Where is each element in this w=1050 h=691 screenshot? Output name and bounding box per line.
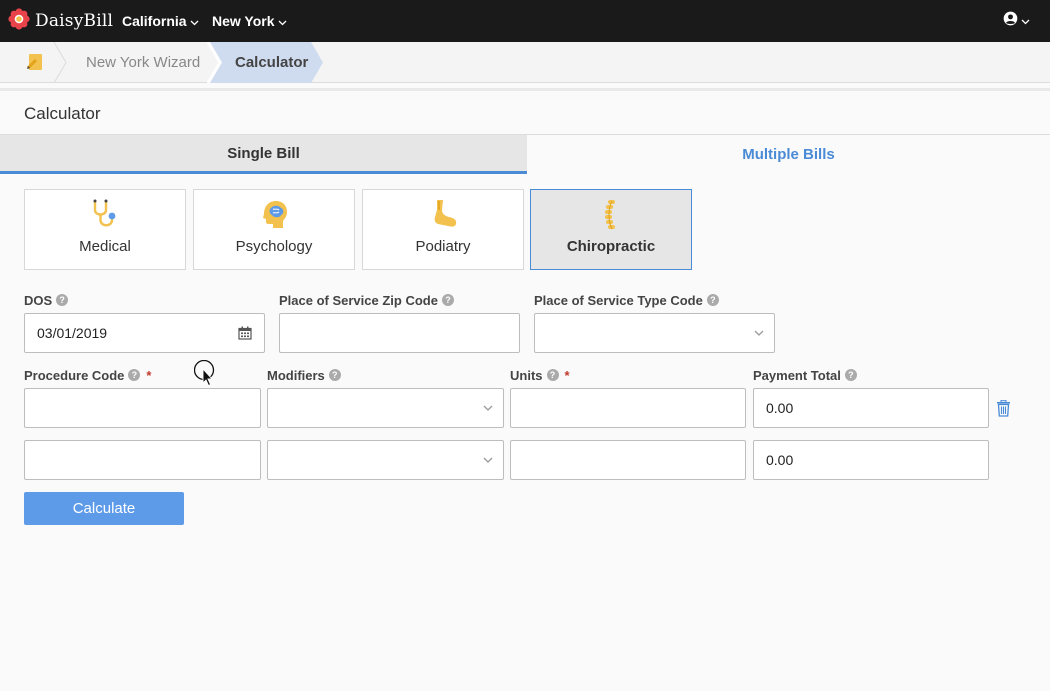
type-code-label: Place of Service Type Code ? [534,292,719,308]
procedure-label-text: Procedure Code [24,367,125,383]
dos-label: DOS ? [24,292,69,308]
notepad-icon [26,53,44,76]
calendar-icon[interactable] [238,326,252,343]
top-navbar: DaisyBill California New York [0,0,1050,42]
payment-total-field: 0.00 [753,440,989,480]
payment-label-text: Payment Total [753,367,841,383]
user-menu[interactable] [1003,11,1030,31]
tab-single-bill[interactable]: Single Bill [0,135,527,174]
chevron-down-icon [190,13,199,29]
procedure-code-label: Procedure Code ? * [24,367,151,383]
help-icon[interactable]: ? [328,369,341,381]
zip-label-text: Place of Service Zip Code [279,292,438,308]
help-icon[interactable]: ? [844,369,857,381]
modifiers-label-text: Modifiers [267,367,325,383]
chevron-down-icon [278,13,287,29]
help-icon[interactable]: ? [546,369,559,381]
chevron-down-icon [1021,12,1030,30]
bill-tabs: Single Bill Multiple Bills [0,134,1050,174]
zip-label: Place of Service Zip Code ? [279,292,454,308]
help-icon[interactable]: ? [56,294,69,306]
payment-total-label: Payment Total ? [753,367,857,383]
tab-multiple-bills[interactable]: Multiple Bills [527,135,1050,174]
dos-value: 03/01/2019 [37,325,108,341]
chevron-down-icon [754,326,764,343]
help-icon[interactable]: ? [441,294,454,306]
breadcrumb-item-new-york-wizard[interactable]: New York Wizard [86,42,200,83]
chevron-down-icon [483,453,493,470]
type-code-label-text: Place of Service Type Code [534,292,703,308]
payment-total-field: 0.00 [753,388,989,428]
trash-icon[interactable] [996,399,1011,422]
help-icon[interactable]: ? [128,369,141,381]
dos-label-text: DOS [24,292,53,308]
procedure-code-input[interactable] [24,388,261,428]
type-code-select[interactable] [534,313,775,353]
units-input[interactable] [510,388,746,428]
specialty-label: Chiropractic [566,238,656,255]
nav-dropdown-label: California [122,13,187,29]
user-icon [1003,11,1018,31]
nav-dropdown-label: New York [212,13,275,29]
required-marker: * [146,367,152,383]
daisy-logo-icon [8,7,30,35]
specialty-label: Medical [79,238,131,255]
breadcrumb-home[interactable] [0,42,66,83]
specialty-card-podiatry[interactable]: Podiatry [362,189,524,270]
brain-icon [257,198,291,232]
specialty-card-medical[interactable]: Medical [24,189,186,270]
specialty-card-psychology[interactable]: Psychology [193,189,355,270]
modifiers-select[interactable] [267,388,504,428]
units-label: Units ? * [510,367,570,383]
chevron-down-icon [483,401,493,418]
breadcrumb-item-calculator: Calculator [235,54,309,71]
procedure-code-input[interactable] [24,440,261,480]
brand-logo[interactable]: DaisyBill [8,7,114,35]
mouse-cursor-icon [193,359,218,393]
brand-name: DaisyBill [35,11,114,31]
specialty-label: Podiatry [415,238,471,255]
modifiers-label: Modifiers ? [267,367,341,383]
nav-dropdown-new-york[interactable]: New York [212,0,287,42]
payment-value: 0.00 [766,400,794,416]
breadcrumb: New York Wizard Calculator [0,42,1050,83]
dos-date-input[interactable]: 03/01/2019 [24,313,265,353]
help-icon[interactable]: ? [706,294,719,306]
spine-icon [594,198,628,232]
specialty-card-chiropractic[interactable]: Chiropractic [530,189,692,270]
page-title: Calculator [24,104,101,123]
foot-icon [426,198,460,232]
required-marker: * [564,367,570,383]
modifiers-select[interactable] [267,440,504,480]
divider [0,88,1050,91]
units-label-text: Units [510,367,543,383]
zip-code-input[interactable] [279,313,520,353]
units-input[interactable] [510,440,746,480]
nav-dropdown-california[interactable]: California [122,0,199,42]
specialty-label: Psychology [235,238,313,255]
payment-value: 0.00 [766,452,794,468]
stethoscope-icon [88,198,122,232]
calculate-button[interactable]: Calculate [24,492,184,525]
